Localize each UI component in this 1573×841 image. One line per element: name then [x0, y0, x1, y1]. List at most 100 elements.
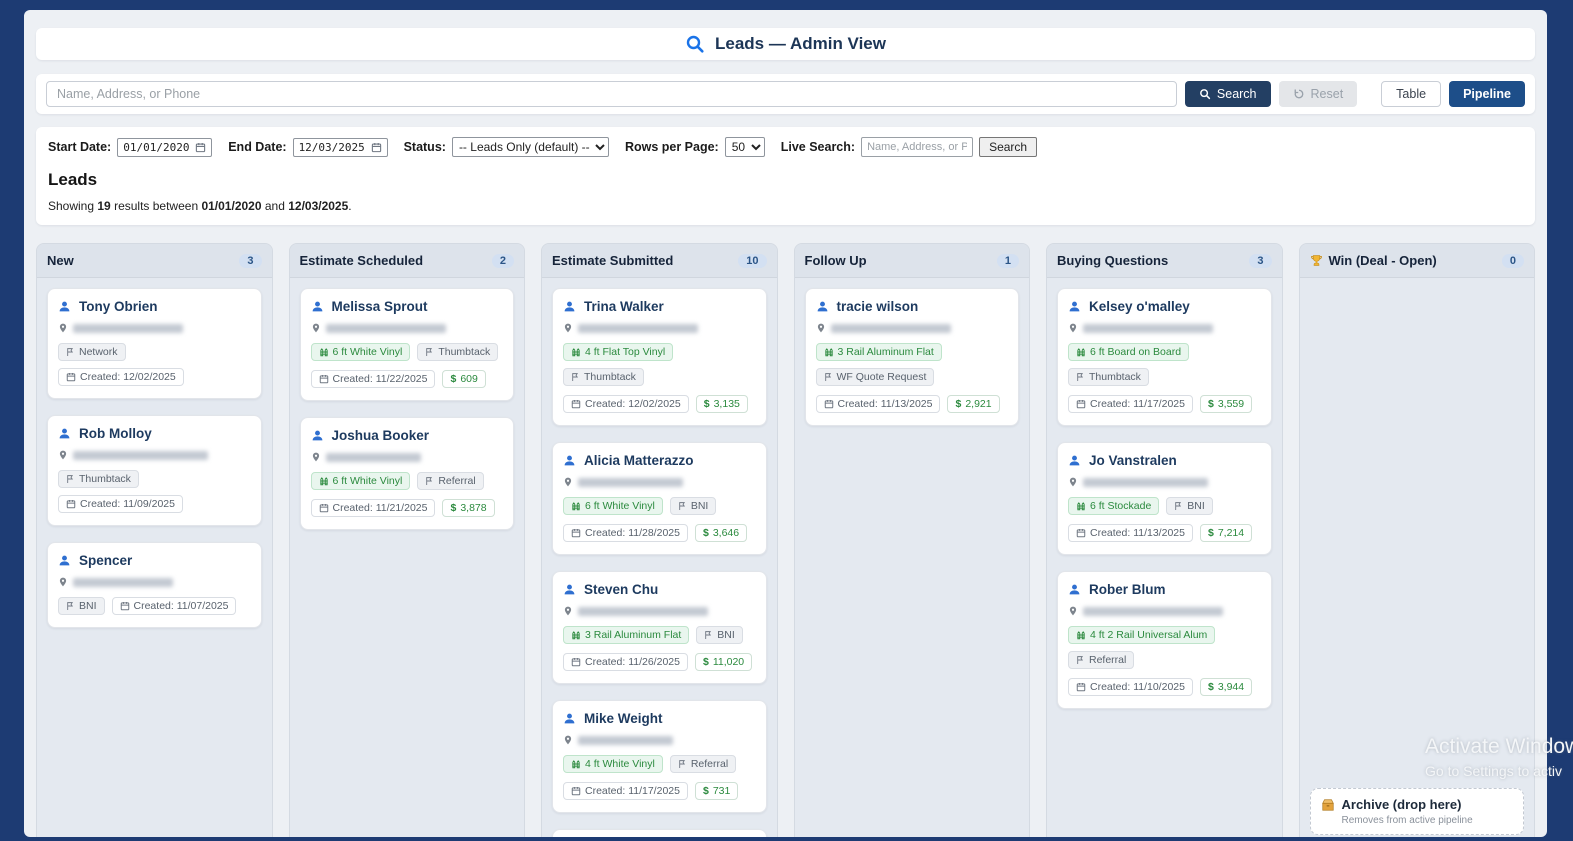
- column-title: Buying Questions: [1057, 253, 1169, 268]
- lead-card[interactable]: Steven Chu 3 Rail Aluminum Flat BNI Crea…: [552, 571, 767, 684]
- product-tag: 6 ft Board on Board: [1068, 343, 1190, 361]
- start-date-field[interactable]: [117, 137, 213, 157]
- product-tag: 6 ft Stockade: [1068, 497, 1160, 515]
- price-tag: $7,214: [1199, 524, 1253, 542]
- calendar-icon: [1076, 528, 1086, 538]
- product-tag: 6 ft White Vinyl: [310, 472, 411, 490]
- source-label: Network: [79, 346, 118, 358]
- source-label: Thumbtack: [584, 371, 636, 383]
- fence-icon: [824, 347, 834, 357]
- flag-icon: [824, 372, 833, 382]
- calendar-icon: [120, 601, 130, 611]
- person-icon: [58, 300, 71, 313]
- column-body[interactable]: Archive (drop here) Removes from active …: [1300, 278, 1535, 837]
- created-tag: Created: 11/17/2025: [1068, 395, 1193, 413]
- lead-card[interactable]: Melissa Sprout 6 ft White Vinyl Thumbtac…: [299, 288, 514, 401]
- source-tag: BNI: [696, 626, 743, 644]
- pipeline-view-button[interactable]: Pipeline: [1449, 81, 1525, 107]
- calendar-icon: [66, 372, 76, 382]
- calendar-icon: [571, 399, 581, 409]
- lead-card[interactable]: Trina Walker 4 ft Flat Top Vinyl Thumbta…: [552, 288, 767, 426]
- column-body[interactable]: Kelsey o'malley 6 ft Board on Board Thum…: [1047, 278, 1282, 837]
- source-tag: Thumbtack: [563, 368, 644, 386]
- price-label: 2,921: [965, 398, 992, 410]
- column-body[interactable]: Melissa Sprout 6 ft White Vinyl Thumbtac…: [290, 278, 525, 837]
- lead-address-redacted: [830, 323, 951, 333]
- flag-icon: [66, 474, 75, 484]
- lead-card[interactable]: Tony Obrien Network Created: 12/02/2025: [47, 288, 262, 399]
- product-label: 4 ft 2 Rail Universal Alum: [1090, 629, 1208, 641]
- column-count-badge: 3: [239, 253, 262, 268]
- kanban-board: New 3 Tony Obrien Network Created: 12/02…: [36, 243, 1535, 837]
- product-tag: 3 Rail Aluminum Flat: [563, 626, 690, 644]
- search-icon: [685, 34, 705, 54]
- lead-card[interactable]: Kelsey o'malley 6 ft Board on Board Thum…: [1057, 288, 1272, 426]
- results-heading: Leads: [48, 170, 98, 189]
- product-tag: 4 ft 2 Rail Universal Alum: [1068, 626, 1216, 644]
- flag-icon: [1174, 501, 1183, 511]
- reset-icon: [1293, 88, 1305, 100]
- lead-card[interactable]: Rober Blum 4 ft 2 Rail Universal Alum Re…: [1057, 571, 1272, 709]
- column-title: Estimate Scheduled: [299, 253, 424, 268]
- column-body[interactable]: Tony Obrien Network Created: 12/02/2025 …: [37, 278, 272, 837]
- rows-per-page-select[interactable]: 50: [724, 137, 765, 157]
- live-search-button[interactable]: Search: [979, 137, 1038, 157]
- lead-card[interactable]: Rob Molloy Thumbtack Created: 11/09/2025: [47, 415, 262, 526]
- product-tag: 4 ft Flat Top Vinyl: [563, 343, 674, 361]
- flag-icon: [425, 476, 434, 486]
- person-icon: [563, 583, 576, 596]
- column-count-badge: 10: [738, 253, 767, 268]
- calendar-icon: [319, 503, 329, 513]
- flag-icon: [425, 347, 434, 357]
- lead-card[interactable]: Joshua Booker 6 ft White Vinyl Referral …: [299, 417, 514, 530]
- page-title: Leads — Admin View: [715, 34, 886, 53]
- end-date-input[interactable]: [298, 140, 367, 154]
- archive-drop-zone[interactable]: Archive (drop here) Removes from active …: [1309, 788, 1524, 835]
- created-label: Created: 12/02/2025: [80, 371, 176, 383]
- search-button[interactable]: Search: [1184, 81, 1271, 107]
- source-label: BNI: [79, 600, 97, 612]
- status-select[interactable]: -- Leads Only (default) --: [451, 137, 609, 157]
- source-tag: Referral: [669, 755, 737, 773]
- person-icon: [1068, 583, 1081, 596]
- lead-card[interactable]: Anthony Ioiacano 6 ft Stockade WF Estima…: [552, 829, 767, 837]
- reset-button[interactable]: Reset: [1278, 81, 1358, 107]
- lead-card[interactable]: tracie wilson 3 Rail Aluminum Flat WF Qu…: [804, 288, 1019, 426]
- lead-card[interactable]: Jo Vanstralen 6 ft Stockade BNI Created:…: [1057, 442, 1272, 555]
- table-view-label: Table: [1396, 87, 1427, 101]
- product-tag: 3 Rail Aluminum Flat: [815, 343, 942, 361]
- lead-card[interactable]: Spencer BNI Created: 11/07/2025: [47, 542, 262, 628]
- lead-name: Jo Vanstralen: [1089, 453, 1177, 468]
- created-label: Created: 12/02/2025: [585, 398, 681, 410]
- column-header: Estimate Scheduled 2: [289, 244, 524, 278]
- column-body-scrollable[interactable]: Trina Walker 4 ft Flat Top Vinyl Thumbta…: [542, 278, 777, 837]
- product-label: 4 ft Flat Top Vinyl: [585, 346, 666, 358]
- summary-text: and: [261, 199, 289, 213]
- search-input[interactable]: [46, 81, 1177, 107]
- end-date-field[interactable]: [292, 137, 388, 157]
- calendar-icon[interactable]: [371, 142, 382, 153]
- calendar-icon[interactable]: [195, 142, 206, 153]
- archive-box-icon: [1321, 798, 1335, 812]
- price-label: 3,646: [712, 527, 740, 539]
- start-date-label: Start Date:: [48, 140, 112, 154]
- column-body[interactable]: tracie wilson 3 Rail Aluminum Flat WF Qu…: [795, 278, 1030, 837]
- lead-name: Alicia Matterazzo: [584, 453, 694, 468]
- column-count-badge: 2: [491, 253, 514, 268]
- column-title: Follow Up: [804, 253, 867, 268]
- price-tag: $3,559: [1199, 395, 1253, 413]
- live-search-input[interactable]: [861, 137, 974, 157]
- result-count: 19: [97, 199, 111, 213]
- location-pin-icon: [563, 476, 573, 488]
- price-tag: $3,944: [1199, 678, 1253, 696]
- start-date-input[interactable]: [123, 140, 192, 154]
- filter-row: Start Date: End Date: Status: -- Leads O…: [48, 137, 1523, 157]
- created-label: Created: 11/21/2025: [332, 502, 428, 514]
- column-header: Follow Up 1: [794, 244, 1029, 278]
- calendar-icon: [66, 499, 76, 509]
- calendar-icon: [571, 528, 581, 538]
- lead-card[interactable]: Alicia Matterazzo 6 ft White Vinyl BNI C…: [552, 442, 767, 555]
- table-view-button[interactable]: Table: [1381, 81, 1442, 107]
- lead-card[interactable]: Mike Weight 4 ft White Vinyl Referral Cr…: [552, 700, 767, 813]
- created-label: Created: 11/22/2025: [332, 373, 428, 385]
